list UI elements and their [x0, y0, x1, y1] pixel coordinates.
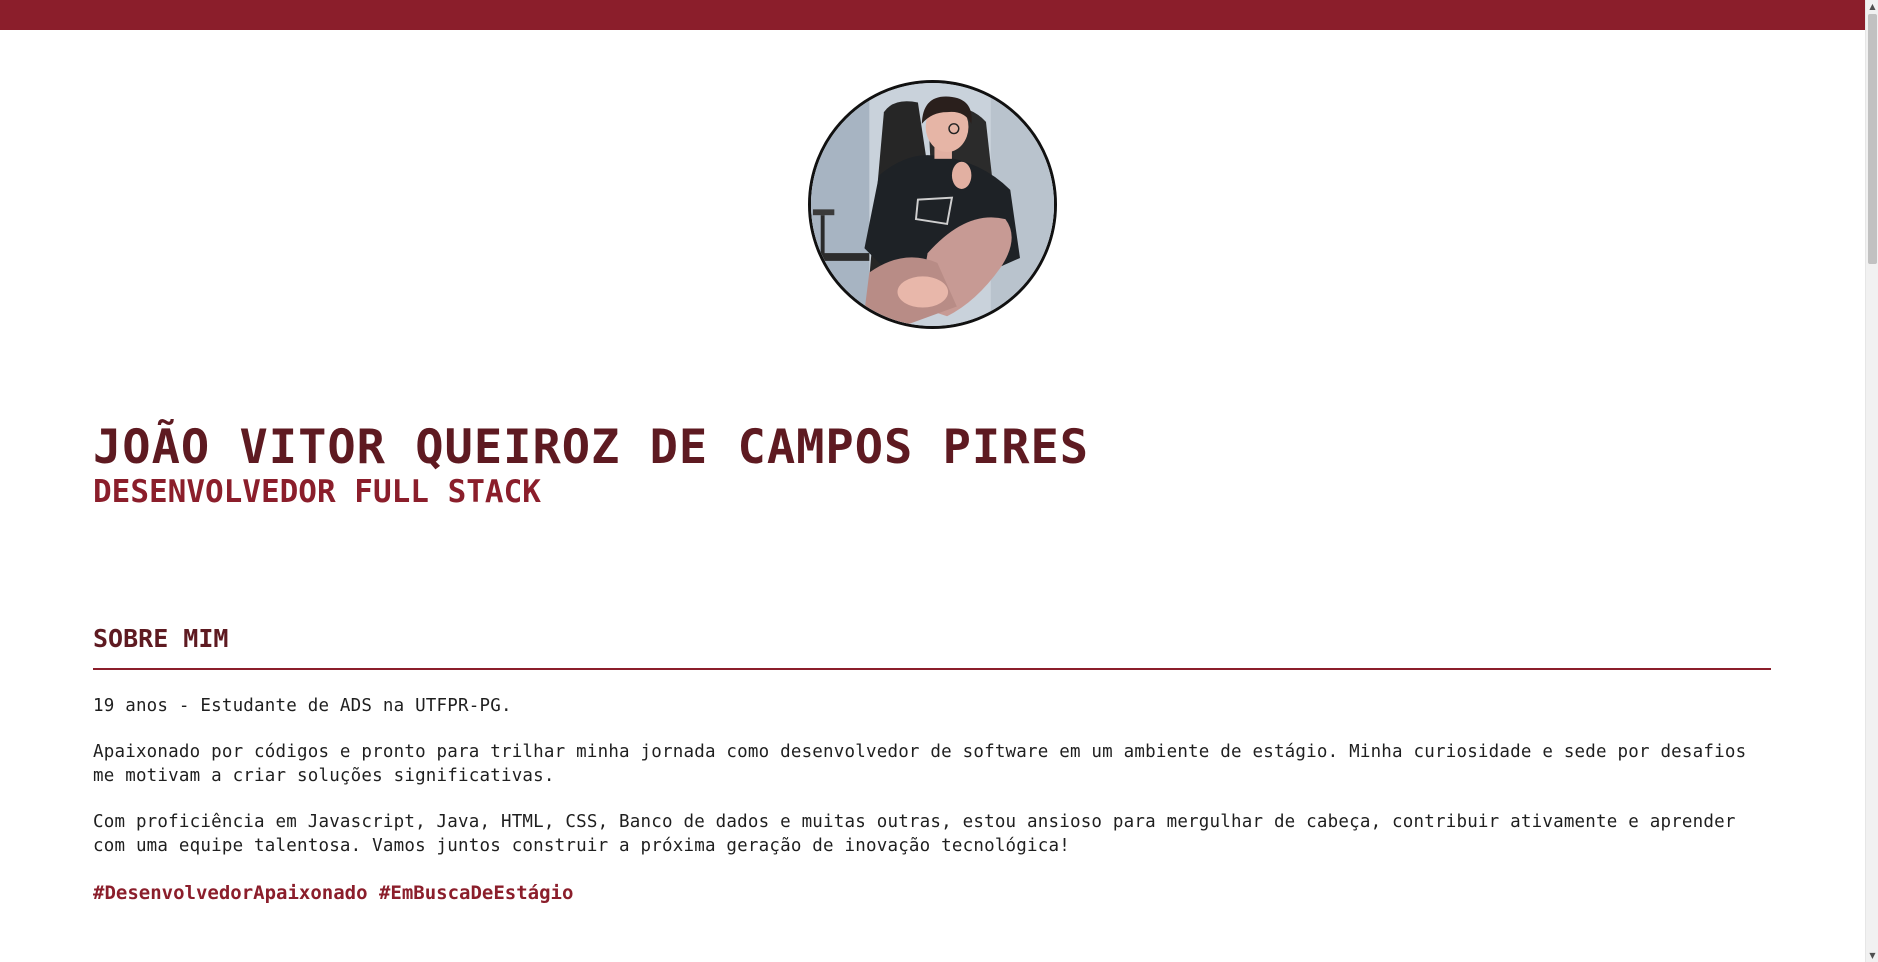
scroll-down-icon[interactable]: ▼ — [1866, 949, 1878, 962]
profile-name: JOÃO VITOR QUEIROZ DE CAMPOS PIRES — [93, 420, 1090, 475]
about-paragraph: 19 anos - Estudante de ADS na UTFPR-PG. — [93, 696, 512, 716]
about-section: SOBRE MIM 19 anos - Estudante de ADS na … — [93, 624, 1771, 906]
about-paragraph: Com proficiência em Javascript, Java, HT… — [93, 812, 1736, 856]
scrollbar-thumb[interactable] — [1868, 14, 1877, 264]
page-content: JOÃO VITOR QUEIROZ DE CAMPOS PIRES DESEN… — [0, 30, 1865, 962]
hero-section: JOÃO VITOR QUEIROZ DE CAMPOS PIRES DESEN… — [93, 420, 1773, 512]
hashtags: #DesenvolvedorApaixonado #EmBuscaDeEstág… — [93, 882, 574, 904]
scroll-up-icon[interactable]: ▲ — [1866, 0, 1878, 13]
about-title: SOBRE MIM — [93, 624, 1771, 670]
profile-role: DESENVOLVEDOR FULL STACK — [93, 474, 541, 511]
vertical-scrollbar[interactable]: ▲ ▼ — [1865, 0, 1878, 962]
top-accent-bar — [0, 0, 1865, 30]
about-paragraph: Apaixonado por códigos e pronto para tri… — [93, 742, 1747, 786]
profile-photo — [808, 80, 1057, 329]
